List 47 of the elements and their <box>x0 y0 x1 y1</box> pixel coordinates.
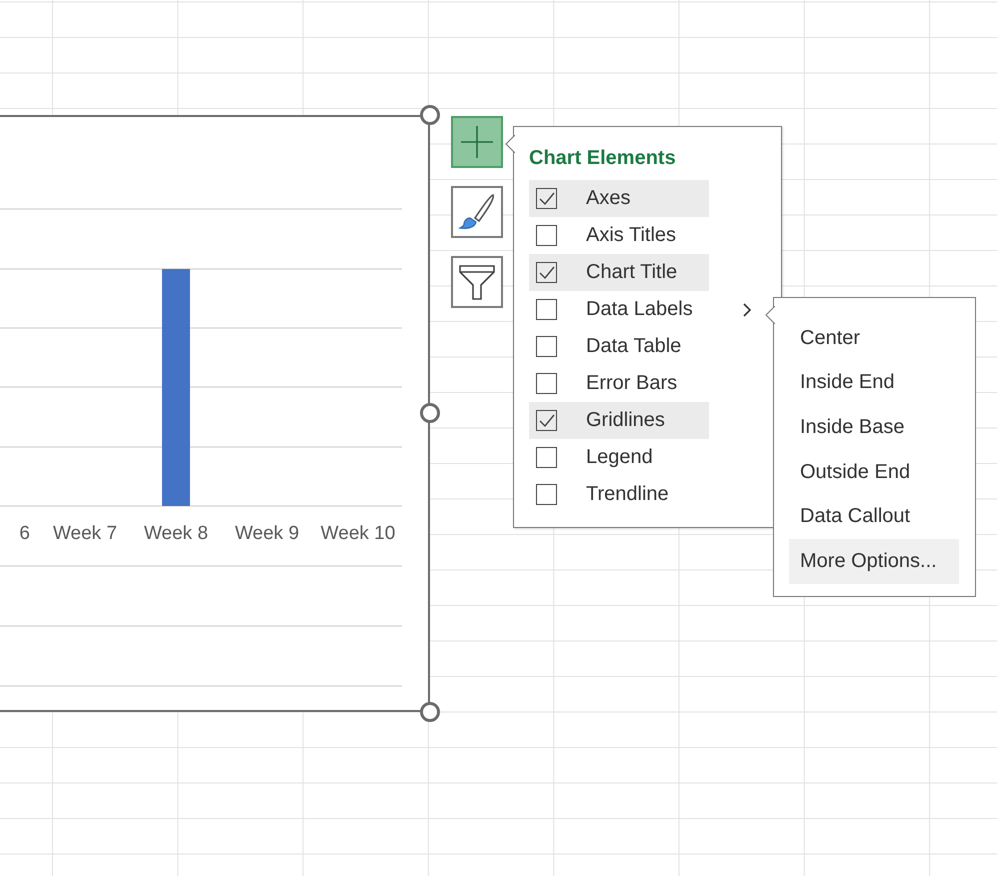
chart-element-option[interactable]: Data Table <box>529 328 761 365</box>
checkbox[interactable] <box>536 373 557 394</box>
axis-label: Week 9 <box>234 523 300 545</box>
menu-item[interactable]: Data Callout <box>789 494 959 539</box>
option-label: Data Table <box>586 335 682 358</box>
chart-area[interactable]: 6 Week 7 Week 8 Week 9 Week 10 <box>0 115 430 712</box>
panel-title: Chart Elements <box>529 147 677 170</box>
resize-handle[interactable] <box>419 104 441 126</box>
chart-element-option[interactable]: Data Labels <box>529 291 761 328</box>
menu-item[interactable]: Inside Base <box>789 405 959 450</box>
checkbox[interactable] <box>536 336 557 357</box>
chart-styles-button[interactable] <box>451 186 503 238</box>
menu-item[interactable]: Inside End <box>789 360 959 406</box>
filter-icon <box>458 263 496 301</box>
axis-label: Week 8 <box>142 523 210 545</box>
option-label: Axes <box>586 187 630 210</box>
option-label: Trendline <box>586 483 669 506</box>
resize-handle[interactable] <box>419 701 441 723</box>
paintbrush-icon <box>457 192 497 232</box>
resize-handle[interactable] <box>419 402 441 424</box>
checkbox[interactable] <box>536 188 557 209</box>
axis-label: Week 10 <box>320 523 396 545</box>
chart-element-option[interactable]: Trendline <box>529 476 761 513</box>
checkbox[interactable] <box>536 225 557 246</box>
chart-element-option[interactable]: Axis Titles <box>529 217 761 254</box>
chart-elements-button[interactable] <box>451 116 503 168</box>
checkbox[interactable] <box>536 410 557 431</box>
menu-item[interactable]: More Options... <box>789 538 959 584</box>
checkbox[interactable] <box>536 484 557 505</box>
chevron-right-icon <box>742 302 752 318</box>
option-label: Axis Titles <box>586 224 676 247</box>
checkbox[interactable] <box>536 447 557 468</box>
chart-element-option[interactable]: Legend <box>529 439 761 476</box>
chart-element-option[interactable]: Error Bars <box>529 365 761 402</box>
plus-icon <box>460 125 494 159</box>
chart-filters-button[interactable] <box>451 256 503 308</box>
option-label: Legend <box>586 446 653 469</box>
checkbox[interactable] <box>536 299 557 320</box>
axis-label: Week 7 <box>52 523 118 545</box>
option-label: Gridlines <box>586 409 665 432</box>
checkbox[interactable] <box>536 262 557 283</box>
menu-item[interactable]: Center <box>789 316 959 361</box>
option-label: Error Bars <box>586 372 678 395</box>
option-label: Data Labels <box>586 298 693 321</box>
axis-label: 6 <box>18 523 30 545</box>
option-label: Chart Title <box>586 261 678 284</box>
menu-item[interactable]: Outside End <box>789 450 959 494</box>
